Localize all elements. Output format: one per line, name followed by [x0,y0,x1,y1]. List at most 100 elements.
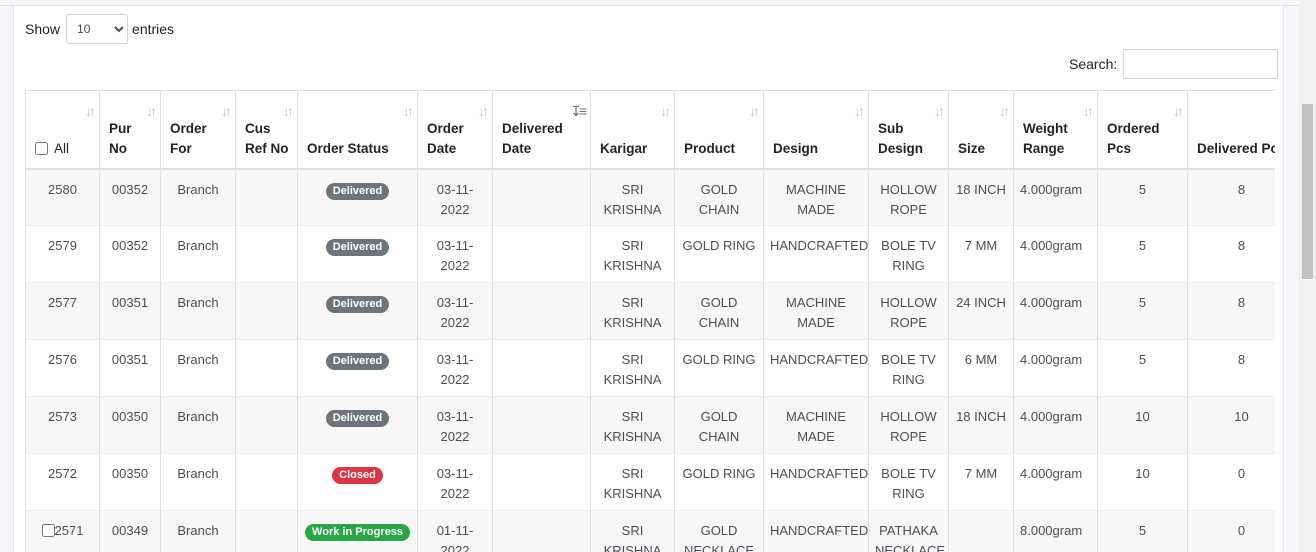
cell-sub-design: HOLLOW ROPE [868,396,949,454]
cell-order-date: 03-11-2022 [417,225,493,283]
cell-weight: 4.000gram [1013,282,1098,340]
cell-cus-ref [235,396,298,454]
cell-value: 5 [1138,181,1147,197]
column-header-order-for[interactable]: Order For ↓↑ [160,90,236,170]
sort-icon[interactable]: ↓↑ [660,101,671,121]
cell-delivered-date [492,168,591,226]
cell-design: MACHINE MADE [763,168,869,226]
cell-value: BOLE TV RING [881,238,936,273]
cell-order-date: 03-11-2022 [417,396,493,454]
search-input[interactable] [1123,49,1279,79]
cell-delivered: 8 [1187,339,1275,397]
row-checkbox[interactable] [41,524,55,537]
select-all[interactable]: All [35,139,91,159]
status-badge: Delivered [325,410,390,427]
status-badge: Delivered [325,296,390,313]
cell-value: 5 [1138,352,1147,367]
cell-karigar: SRI KRISHNA [590,282,675,340]
cell-value: 10 [1234,409,1249,424]
cell-order-for: Branch [160,396,236,454]
column-header-karigar[interactable]: Karigar ↓↑ [590,90,675,170]
column-header-size[interactable]: Size ↓↑ [948,90,1014,170]
table-row[interactable]: 2580 00352 Branch Delivered 03-11-2022 SRI KR… [25,168,1275,226]
column-header-sub-design[interactable]: Sub Design ↓↑ [868,90,949,170]
cell-id: 2571 [25,510,100,552]
cell-value: PATHAKA NECKLACE [875,523,946,552]
select-all-checkbox[interactable] [35,142,48,155]
cell-value: GOLD NECKLACE [683,523,755,552]
column-header-label: Ordered Pcs [1107,120,1160,156]
table-row[interactable]: 2573 00350 Branch Delivered 03-11-2022 SRI KR… [25,396,1275,454]
cell-value: 18 INCH [956,409,1006,424]
cell-value: SRI KRISHNA [603,181,662,217]
column-header-ordered-pcs[interactable]: Ordered Pcs ↓↑ [1097,90,1188,170]
cell-size: 24 INCH [948,282,1014,340]
column-header-weight-range[interactable]: Weight Range ↓↑ [1013,90,1098,170]
cell-status: Delivered [297,168,418,226]
column-header-select[interactable]: All ↓↑ [25,90,100,170]
column-header-label: Order Date [427,120,464,156]
cell-weight: 4.000gram [1013,225,1098,283]
cell-value: 01-11-2022 [436,523,474,552]
sort-icon[interactable]: ↓↑ [283,101,294,121]
cell-pur-no: 00349 [99,510,161,552]
sort-icon[interactable]: ↓↑ [854,101,865,121]
sort-icon[interactable]: ↓↑ [403,101,414,121]
cell-ordered: 5 [1097,339,1188,397]
row-id: 2579 [48,238,77,253]
cell-value: Branch [177,295,219,310]
cell-delivered-date [492,225,591,283]
cell-pur-no: 00350 [99,396,161,454]
column-header-product[interactable]: Product ↓↑ [674,90,764,170]
page-scrollbar[interactable] [1299,0,1316,552]
cell-value: 10 [1135,466,1150,481]
cell-weight: 4.000gram [1013,453,1098,511]
cell-value: 03-11-2022 [436,238,474,273]
sort-icon[interactable]: ↓↑ [1173,101,1184,121]
table-row[interactable]: 2579 00352 Branch Delivered 03-11-2022 SRI KR… [25,225,1275,283]
table-row[interactable]: 2577 00351 Branch Delivered 03-11-2022 SRI KR… [25,282,1275,340]
table-row[interactable]: 2572 00350 Branch Closed 03-11-2022 SRI KRISH… [25,453,1275,511]
sort-icon[interactable]: ↓↑ [478,101,489,121]
cell-value: 03-11-2022 [436,466,474,501]
cell-value: HANDCRAFTED [770,238,869,253]
sort-icon[interactable]: ↓↑ [1083,101,1094,121]
column-header-delivered-date[interactable]: Delivered Date ↧≡ [492,90,591,170]
column-header-label: Cus Ref No [245,120,289,156]
column-header-delivered-pcs[interactable]: Delivered Pcs↓↑ [1187,90,1275,170]
sort-icon[interactable]: ↓↑ [999,101,1010,121]
column-header-order-status[interactable]: Order Status ↓↑ [297,90,418,170]
cell-weight: 4.000gram [1013,168,1098,226]
cell-cus-ref [235,339,298,397]
cell-value: SRI KRISHNA [603,523,662,552]
cell-sub-design: BOLE TV RING [868,453,949,511]
sort-icon[interactable]: ↓↑ [85,101,96,121]
cell-order-for: Branch [160,510,236,552]
cell-order-for: Branch [160,282,236,340]
column-header-cus-ref-no[interactable]: Cus Ref No ↓↑ [235,90,298,170]
sort-icon[interactable]: ↓↑ [934,101,945,121]
table-body: 2580 00352 Branch Delivered 03-11-2022 SRI KR… [25,168,1275,552]
sort-desc-icon[interactable]: ↧≡ [570,101,587,121]
sort-icon[interactable]: ↓↑ [146,101,157,121]
cell-product: GOLD RING [674,339,764,397]
cell-value: Branch [177,466,219,481]
select-all-label: All [54,140,70,156]
cell-value: Branch [177,181,219,197]
sort-icon[interactable]: ↓↑ [749,101,760,121]
cell-value: 10 [1135,409,1150,424]
column-header-design[interactable]: Design ↓↑ [763,90,869,170]
cell-delivered: 8 [1187,168,1275,226]
cell-product: GOLD CHAIN [674,396,764,454]
cell-value: 8.000gram [1020,523,1083,538]
table-row[interactable]: 2576 00351 Branch Delivered 03-11-2022 SRI KR… [25,339,1275,397]
cell-value: GOLD CHAIN [698,181,740,217]
cell-pur-no: 00351 [99,339,161,397]
entries-select[interactable]: 10 [66,14,129,44]
scrollbar-thumb[interactable] [1302,104,1313,279]
column-header-pur-no[interactable]: Pur No ↓↑ [99,90,161,170]
sort-icon[interactable]: ↓↑ [221,101,232,121]
cell-weight: 4.000gram [1013,396,1098,454]
column-header-order-date[interactable]: Order Date ↓↑ [417,90,493,170]
table-row[interactable]: 2571 00349 Branch Work in Progress 01-11-202… [25,510,1275,552]
